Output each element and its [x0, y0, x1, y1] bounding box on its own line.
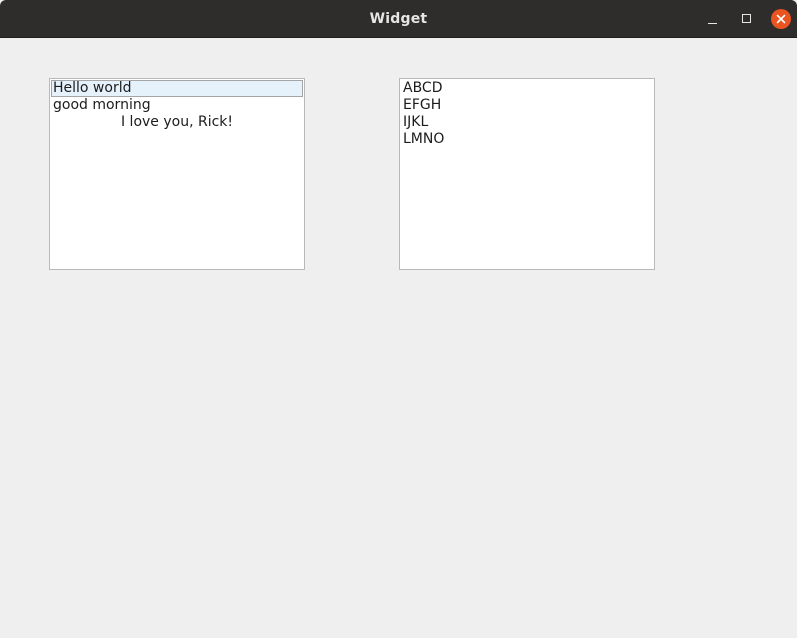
minimize-icon[interactable]	[703, 9, 723, 29]
right-list-widget[interactable]: ABCD EFGH IJKL LMNO	[399, 78, 655, 270]
list-item[interactable]: Hello world	[51, 80, 303, 97]
left-list-widget[interactable]: Hello world good morning I love you, Ric…	[49, 78, 305, 270]
list-item[interactable]: good morning	[51, 97, 303, 114]
close-icon[interactable]	[771, 9, 791, 29]
maximize-icon[interactable]	[737, 9, 757, 29]
title-bar[interactable]: Widget	[0, 0, 797, 38]
list-item[interactable]: IJKL	[401, 114, 653, 131]
list-item[interactable]: LMNO	[401, 131, 653, 148]
list-item[interactable]: I love you, Rick!	[51, 114, 303, 131]
list-item[interactable]: EFGH	[401, 97, 653, 114]
list-item[interactable]: ABCD	[401, 80, 653, 97]
app-window: Widget Hello world good morning I love y…	[0, 0, 797, 638]
window-title: Widget	[369, 11, 428, 27]
